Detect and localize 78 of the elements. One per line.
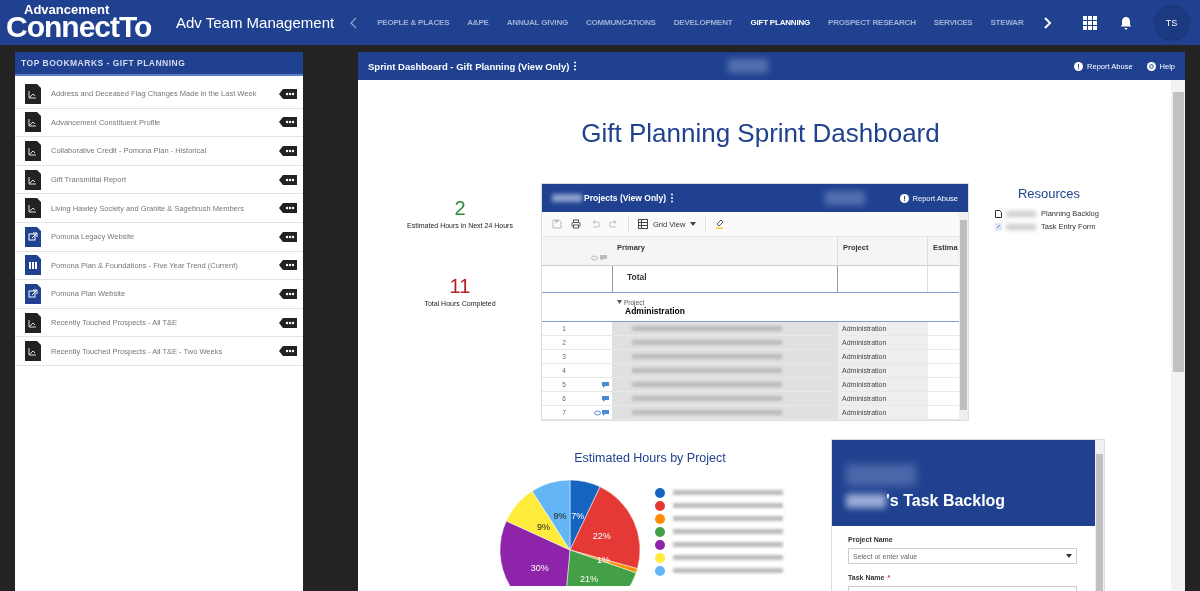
nav-tab[interactable]: COMMUNCATIONS (577, 18, 665, 27)
avatar[interactable]: TS (1154, 5, 1189, 40)
table-cell: Total (612, 266, 838, 292)
exclamation-circle-icon (1074, 61, 1084, 71)
highlighter-icon[interactable] (715, 219, 726, 229)
slice-label: 21% (579, 574, 598, 585)
report-file-icon (24, 82, 42, 105)
blurred-text (552, 194, 582, 202)
form-title: 's Task Backlog (886, 492, 1006, 510)
report-file-icon (24, 197, 42, 220)
document-icon (995, 209, 1002, 218)
blurred-logo (728, 59, 769, 73)
blurred-logo (825, 191, 866, 205)
comment-icon (600, 255, 607, 261)
report-file-icon (24, 140, 42, 162)
more-options-icon[interactable] (279, 260, 297, 271)
comment-icon[interactable] (602, 409, 609, 416)
more-options-icon[interactable] (279, 117, 297, 128)
slice-label: 9% (537, 522, 550, 533)
exclamation-circle-icon (899, 193, 909, 203)
more-options-icon[interactable] (279, 174, 297, 185)
panel-title: Sprint Dashboard - Gift Planning (View Only) (368, 60, 570, 72)
more-options-icon[interactable] (279, 88, 297, 99)
report-file-icon (24, 311, 42, 334)
more-options-icon[interactable] (279, 346, 297, 357)
nav-tab[interactable]: ANNUAL GIVING (497, 18, 577, 27)
slice-label: 7% (571, 510, 585, 521)
metric-value: 2 (454, 197, 466, 220)
kebab-menu-icon[interactable] (572, 61, 579, 71)
logo-text: Advancement (24, 3, 111, 16)
section-title: Resources (1017, 186, 1081, 201)
scrollbar[interactable] (1095, 440, 1104, 591)
caret-icon (690, 222, 697, 226)
link-file-icon (24, 225, 42, 248)
kebab-menu-icon[interactable] (669, 193, 676, 203)
nav-tab[interactable]: A&PE (458, 18, 498, 27)
apps-grid-icon[interactable] (1082, 15, 1097, 30)
metric-value: 11 (449, 275, 471, 298)
comment-icon[interactable] (602, 395, 609, 402)
nav-tab[interactable]: PEOPLE & PLACES (368, 18, 459, 27)
grid-icon (638, 219, 648, 229)
report-file-icon (24, 340, 42, 363)
panel-header: TOP BOOKMARKS - GIFT PLANNING (15, 52, 303, 76)
app-title: Adv Team Management (176, 13, 335, 32)
sheet-title: Projects (View Only) (584, 193, 667, 203)
more-options-icon[interactable] (279, 317, 297, 328)
more-options-icon[interactable] (279, 288, 297, 299)
print-icon[interactable] (571, 219, 581, 229)
report-file-icon (24, 168, 42, 191)
grid-file-icon (24, 254, 42, 277)
bell-icon[interactable] (1118, 15, 1133, 30)
help-circle-icon (1146, 61, 1156, 71)
more-options-icon[interactable] (279, 146, 297, 156)
slice-label: 9% (553, 511, 567, 522)
nav-tab[interactable]: DEVELOPMENT (664, 18, 742, 27)
attachment-icon[interactable] (594, 409, 601, 416)
chart-title: Estimated Hours by Project (573, 451, 727, 465)
blurred-text (846, 494, 886, 508)
link-icon (995, 222, 1002, 231)
nav-tab[interactable]: GIFT PLANNING (741, 18, 820, 27)
slice-label: 22% (592, 530, 611, 541)
scrollbar[interactable] (1171, 80, 1185, 591)
more-options-icon[interactable] (279, 203, 297, 214)
collapse-triangle-icon[interactable] (617, 300, 622, 304)
slice-label: 30% (530, 562, 549, 573)
nav-tab[interactable]: SERVICES (924, 18, 982, 27)
scrollbar[interactable] (959, 212, 968, 420)
blurred-logo (846, 464, 916, 486)
dashboard-title: Gift Planning Sprint Dashboard (580, 118, 941, 149)
link-file-icon (24, 282, 42, 305)
report-file-icon (24, 111, 42, 134)
more-options-icon[interactable] (279, 231, 297, 242)
nav-tab[interactable]: PROSPECT RESEARCH (819, 18, 925, 27)
attachment-icon (591, 255, 598, 261)
group-name: Administration (625, 305, 686, 316)
caret-icon (1066, 554, 1072, 558)
comment-icon[interactable] (602, 381, 609, 388)
nav-tab[interactable]: STEWAR (981, 18, 1033, 27)
